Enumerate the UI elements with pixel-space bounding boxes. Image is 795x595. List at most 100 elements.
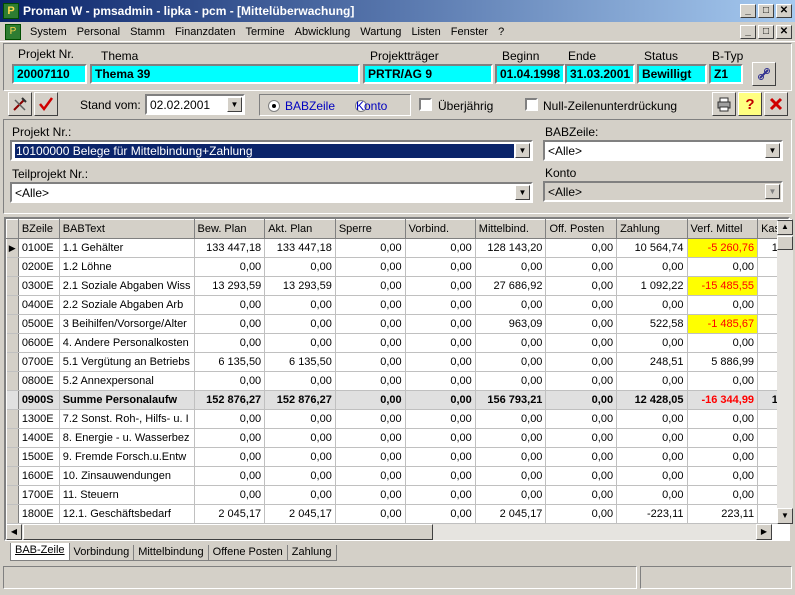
- table-cell[interactable]: 6 135,50: [264, 352, 336, 372]
- table-cell[interactable]: 0,00: [405, 276, 476, 296]
- table-cell[interactable]: 0,00: [616, 295, 688, 315]
- row-indicator[interactable]: [6, 257, 19, 277]
- table-cell[interactable]: 0,00: [194, 295, 266, 315]
- table-row[interactable]: 0600E 4. Andere Personalkosten 0,00 0,00 0,0…: [6, 333, 788, 353]
- table-cell[interactable]: 0,00: [475, 257, 547, 277]
- table-cell[interactable]: 0,00: [475, 466, 547, 486]
- print-button[interactable]: [712, 92, 736, 116]
- table-cell[interactable]: 0,00: [194, 314, 266, 334]
- table-cell[interactable]: 0,00: [335, 295, 406, 315]
- table-row[interactable]: 0300E 2.1 Soziale Abgaben Wiss 13 293,59 13…: [6, 276, 788, 296]
- table-cell[interactable]: 0,00: [335, 371, 406, 391]
- table-cell[interactable]: 0,00: [405, 428, 476, 448]
- table-cell[interactable]: 7.2 Sonst. Roh-, Hilfs- u. I: [59, 409, 195, 429]
- table-cell[interactable]: 0500E: [18, 314, 60, 334]
- table-cell[interactable]: -16 344,99: [687, 390, 759, 410]
- table-cell[interactable]: 1400E: [18, 428, 60, 448]
- confirm-button[interactable]: [34, 92, 58, 116]
- table-cell[interactable]: 0,00: [475, 371, 547, 391]
- table-cell[interactable]: 0,00: [545, 333, 618, 353]
- column-header[interactable]: Zahlung: [616, 219, 688, 239]
- table-cell[interactable]: 11. Steuern: [59, 485, 195, 505]
- chevron-down-icon[interactable]: ▼: [515, 185, 530, 200]
- table-cell[interactable]: 1 092,22: [616, 276, 688, 296]
- table-cell[interactable]: 0,00: [405, 504, 476, 524]
- table-cell[interactable]: 0,00: [545, 371, 618, 391]
- table-cell[interactable]: 0,00: [405, 390, 476, 410]
- table-cell[interactable]: 0100E: [18, 238, 60, 258]
- mdi-minimize-button[interactable]: _: [740, 25, 756, 39]
- table-row[interactable]: 1400E 8. Energie - u. Wasserbez 0,00 0,00 0,…: [6, 428, 788, 448]
- chevron-down-icon[interactable]: ▼: [515, 143, 530, 158]
- vertical-scrollbar[interactable]: ▲ ▼: [777, 219, 793, 524]
- row-indicator[interactable]: [6, 371, 19, 391]
- stand-date-combo[interactable]: 02.02.2001 ▼: [145, 94, 245, 115]
- table-cell[interactable]: 0,00: [405, 257, 476, 277]
- row-indicator[interactable]: [6, 447, 19, 467]
- table-cell[interactable]: 0900S: [18, 390, 60, 410]
- table-cell[interactable]: 0,00: [616, 333, 688, 353]
- table-cell[interactable]: 0,00: [264, 257, 336, 277]
- table-cell[interactable]: 0,00: [335, 238, 406, 258]
- table-row[interactable]: 0200E 1.2 Löhne 0,00 0,00 0,00 0,00 0,00 0,00 0,…: [6, 257, 788, 277]
- table-cell[interactable]: 0,00: [405, 333, 476, 353]
- table-cell[interactable]: 0,00: [687, 333, 759, 353]
- table-cell[interactable]: 10 564,74: [616, 238, 688, 258]
- scroll-up-icon[interactable]: ▲: [777, 219, 793, 235]
- table-cell[interactable]: 0,00: [616, 466, 688, 486]
- table-cell[interactable]: 156 793,21: [475, 390, 547, 410]
- table-cell[interactable]: 2.1 Soziale Abgaben Wiss: [59, 276, 195, 296]
- table-cell[interactable]: 0,00: [194, 466, 266, 486]
- table-cell[interactable]: 0,00: [405, 447, 476, 467]
- table-cell[interactable]: -5 260,76: [687, 238, 759, 258]
- table-cell[interactable]: 0,00: [194, 428, 266, 448]
- table-row[interactable]: 1600E 10. Zinsauwendungen 0,00 0,00 0,00 0,00…: [6, 466, 788, 486]
- table-cell[interactable]: 0,00: [616, 409, 688, 429]
- table-cell[interactable]: 0,00: [335, 276, 406, 296]
- table-cell[interactable]: 0,00: [335, 428, 406, 448]
- table-cell[interactable]: 0,00: [475, 447, 547, 467]
- app-icon[interactable]: P: [3, 3, 19, 19]
- table-cell[interactable]: 2.2 Soziale Abgaben Arb: [59, 295, 195, 315]
- table-cell[interactable]: 1.2 Löhne: [59, 257, 195, 277]
- table-cell[interactable]: 2 045,17: [264, 504, 336, 524]
- scroll-right-icon[interactable]: ▶: [756, 524, 772, 540]
- edit-tools-button[interactable]: [8, 92, 32, 116]
- vertical-scroll-thumb[interactable]: [777, 236, 793, 250]
- scroll-left-icon[interactable]: ◀: [6, 524, 22, 540]
- table-cell[interactable]: 152 876,27: [264, 390, 336, 410]
- table-cell[interactable]: 0,00: [687, 447, 759, 467]
- null-zeilen-label[interactable]: Null-Zeilenunterdrückung: [543, 99, 677, 113]
- table-cell[interactable]: 0,00: [405, 352, 476, 372]
- column-header[interactable]: Off. Posten: [545, 219, 618, 239]
- table-row[interactable]: 1700E 11. Steuern 0,00 0,00 0,00 0,00 0,00 0,00…: [6, 485, 788, 505]
- teilprojekt-combo[interactable]: <Alle> ▼: [10, 182, 533, 203]
- table-cell[interactable]: 0,00: [335, 314, 406, 334]
- tab-bab-zeile[interactable]: BAB-Zeile: [10, 543, 70, 561]
- row-indicator[interactable]: [6, 276, 19, 296]
- row-indicator[interactable]: [6, 485, 19, 505]
- table-cell[interactable]: 0,00: [335, 447, 406, 467]
- null-zeilen-checkbox[interactable]: [525, 98, 538, 111]
- table-cell[interactable]: 0,00: [264, 428, 336, 448]
- table-cell[interactable]: 5 886,99: [687, 352, 759, 372]
- link-button[interactable]: [752, 62, 776, 86]
- row-indicator[interactable]: [6, 428, 19, 448]
- table-cell[interactable]: 0,00: [545, 314, 618, 334]
- table-cell[interactable]: 0,00: [194, 447, 266, 467]
- table-cell[interactable]: 0,00: [616, 428, 688, 448]
- table-cell[interactable]: 3 Beihilfen/Vorsorge/Alter: [59, 314, 195, 334]
- row-indicator[interactable]: [6, 295, 19, 315]
- tab-offene-posten[interactable]: Offene Posten: [207, 545, 288, 561]
- radio-babzeile[interactable]: [268, 100, 280, 112]
- table-cell[interactable]: 0,00: [545, 238, 618, 258]
- ueberjaehrig-label[interactable]: Überjährig: [438, 99, 493, 113]
- table-cell[interactable]: 0,00: [335, 390, 406, 410]
- table-cell[interactable]: 0,00: [405, 314, 476, 334]
- table-cell[interactable]: 0,00: [687, 466, 759, 486]
- table-cell[interactable]: 0,00: [687, 295, 759, 315]
- table-cell[interactable]: 0,00: [264, 295, 336, 315]
- horizontal-scroll-thumb[interactable]: [23, 524, 433, 540]
- table-row[interactable]: 1500E 9. Fremde Forsch.u.Entw 0,00 0,00 0,00…: [6, 447, 788, 467]
- table-cell[interactable]: 0,00: [194, 485, 266, 505]
